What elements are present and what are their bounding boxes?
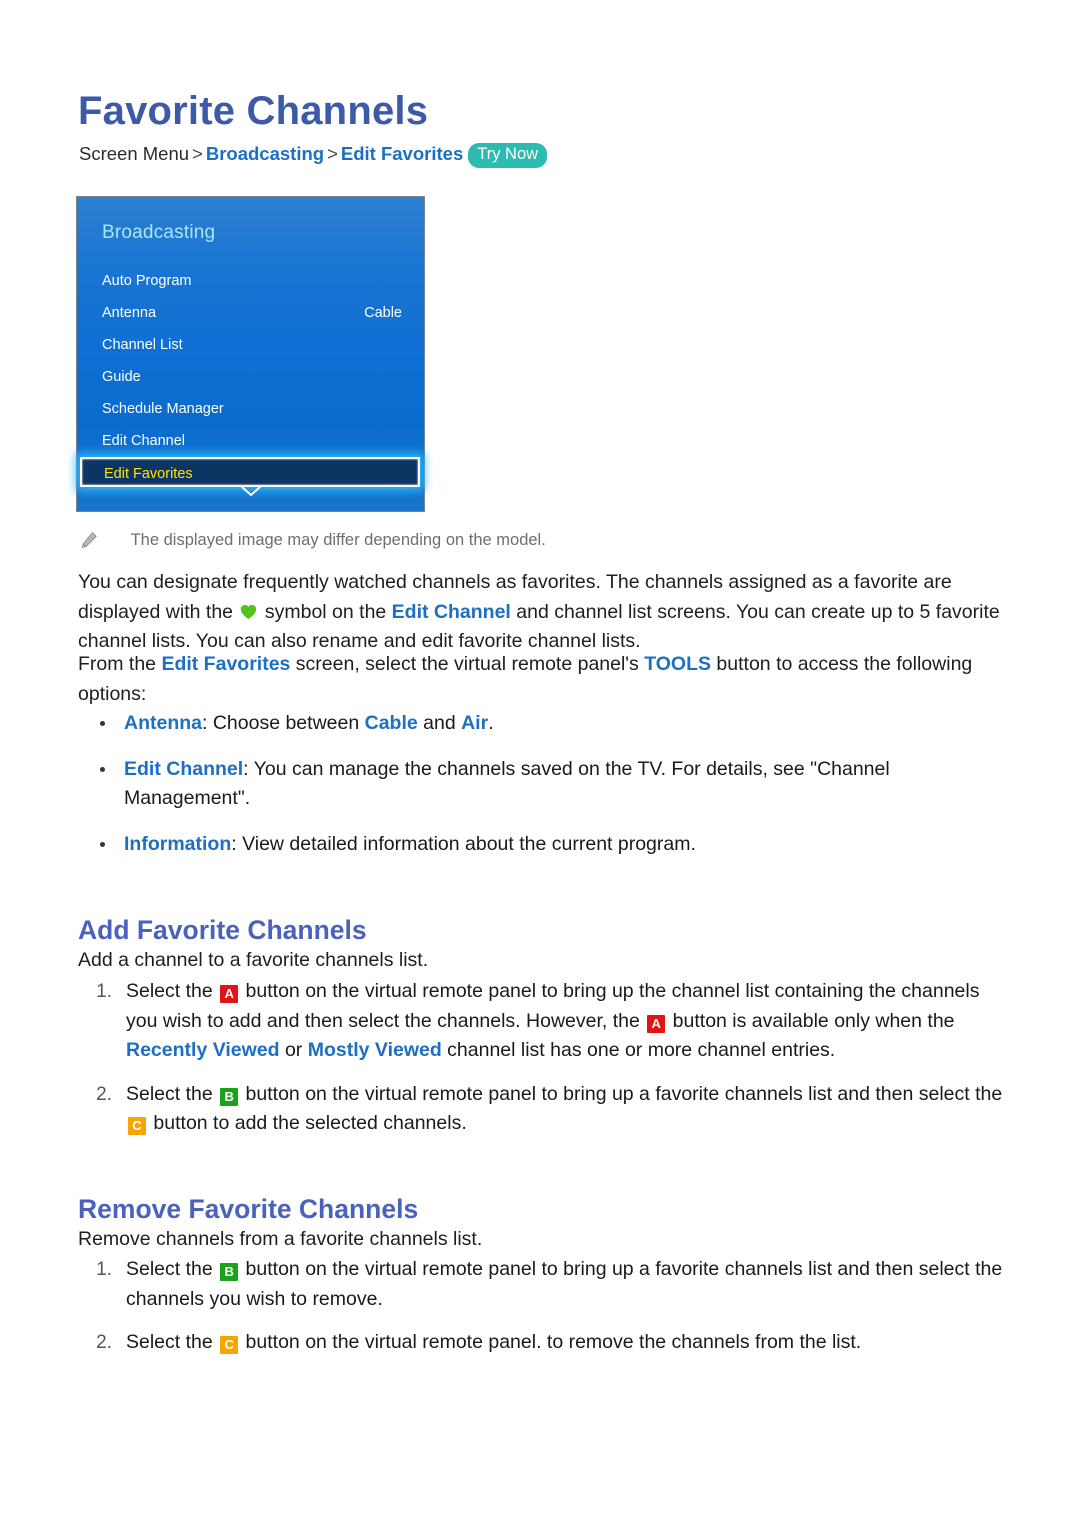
option-term-antenna[interactable]: Antenna [124, 712, 202, 734]
heart-icon [240, 600, 257, 619]
tv-menu-item-edit-favorites[interactable]: Edit Favorites [80, 457, 420, 487]
breadcrumb-level-1[interactable]: Broadcasting [206, 143, 324, 164]
step-text-a: Select the [126, 1082, 219, 1105]
tv-menu-item-label: Guide [102, 369, 141, 385]
tv-menu-item-label: Edit Channel [102, 433, 186, 449]
tv-menu-item-label: Antenna [102, 305, 157, 321]
step-number: 1. [96, 1259, 112, 1280]
option-term-information[interactable]: Information [124, 833, 231, 855]
page-title: Favorite Channels [78, 88, 429, 133]
key-badge-a-icon[interactable]: A [220, 985, 239, 1003]
bullet-dot-icon [100, 841, 105, 847]
step-text-b: button on the virtual remote panel. to r… [240, 1331, 862, 1353]
list-item: Information: View detailed information a… [78, 830, 1008, 860]
link-tools[interactable]: TOOLS [644, 653, 711, 675]
step-number: 1. [96, 981, 112, 1002]
option-text-a: : View detailed information about the cu… [231, 832, 696, 855]
link-recently-viewed[interactable]: Recently Viewed [126, 1039, 280, 1061]
document-page: Favorite Channels Screen Menu > Broadcasti… [0, 0, 1080, 1527]
link-edit-favorites[interactable]: Edit Favorites [161, 653, 290, 675]
step-text-a: Select the [126, 1258, 219, 1280]
model-note: The displayed image may differ depending… [80, 531, 546, 554]
remove-section-description: Remove channels from a favorite channels… [78, 1228, 483, 1250]
tv-menu-item-label: Auto Program [102, 273, 192, 289]
tv-menu-item-value: Cable [364, 305, 402, 321]
tv-menu-screenshot: Broadcasting Auto Program Antenna Cable … [76, 196, 425, 512]
step-text-a: Select the [126, 980, 219, 1002]
key-badge-a-icon[interactable]: A [647, 1014, 666, 1033]
pencil-icon [80, 531, 98, 554]
list-item: 1. Select the A button on the virtual rem… [78, 977, 1008, 1066]
model-note-text: The displayed image may differ depending… [130, 531, 546, 549]
key-badge-b-icon[interactable]: B [220, 1263, 239, 1281]
step-text-d: or [279, 1039, 308, 1061]
remove-section-steps: 1. Select the B button on the virtual rem… [78, 1255, 1008, 1372]
step-number: 2. [96, 1083, 112, 1105]
tv-menu-item-guide[interactable]: Guide [77, 361, 424, 393]
bullet-dot-icon [100, 721, 105, 726]
tv-menu-item-antenna[interactable]: Antenna Cable [77, 297, 424, 329]
tools-options-list: Antenna: Choose between Cable and Air. E… [78, 709, 1008, 875]
breadcrumb-separator-1: > [192, 143, 203, 164]
tv-menu-item-auto-program[interactable]: Auto Program [77, 265, 424, 297]
tv-menu-item-schedule-manager[interactable]: Schedule Manager [77, 393, 424, 425]
breadcrumb-level-2[interactable]: Edit Favorites [341, 143, 463, 164]
key-badge-c-icon[interactable]: C [220, 1336, 239, 1354]
breadcrumb-separator-2: > [327, 143, 338, 164]
intro-p2-part-a: From the [78, 653, 162, 675]
section-title-add-favorite-channels: Add Favorite Channels [78, 914, 367, 945]
link-edit-channel[interactable]: Edit Channel [392, 601, 511, 623]
list-item: Antenna: Choose between Cable and Air. [78, 709, 1008, 739]
tv-menu-list: Auto Program Antenna Cable Channel List … [77, 265, 424, 487]
bullet-dot-icon [100, 766, 105, 772]
step-number: 2. [96, 1332, 112, 1353]
option-text-a: : Choose between [202, 712, 365, 734]
option-text-c: . [488, 712, 494, 734]
link-air[interactable]: Air [461, 712, 488, 734]
list-item: 1. Select the B button on the virtual rem… [78, 1255, 1008, 1314]
list-item: Edit Channel: You can manage the channel… [78, 755, 1008, 814]
breadcrumb: Screen Menu > Broadcasting > Edit Favorites T… [79, 143, 548, 169]
option-term-edit-channel[interactable]: Edit Channel [124, 758, 243, 780]
link-mostly-viewed[interactable]: Mostly Viewed [308, 1039, 442, 1061]
intro-p2-part-b: screen, select the virtual remote panel'… [290, 653, 645, 675]
tv-menu-header: Broadcasting [102, 222, 216, 243]
intro-paragraph-1: You can designate frequently watched cha… [78, 568, 1008, 657]
list-item: 2. Select the C button on the virtual rem… [78, 1328, 1008, 1358]
tv-menu-item-label: Channel List [102, 337, 183, 353]
add-section-description: Add a channel to a favorite channels lis… [78, 949, 429, 971]
step-text-c: button to add the selected channels. [148, 1112, 467, 1134]
add-section-steps: 1. Select the A button on the virtual rem… [78, 977, 1008, 1153]
section-title-remove-favorite-channels: Remove Favorite Channels [78, 1193, 419, 1224]
intro-paragraph-2: From the Edit Favorites screen, select t… [78, 650, 1008, 709]
try-now-badge[interactable]: Try Now [468, 143, 548, 168]
tv-menu-item-label: Schedule Manager [102, 401, 224, 417]
list-item: 2. Select the B button on the virtual rem… [78, 1080, 1008, 1139]
step-text-c: button is available only when the [667, 1009, 955, 1032]
key-badge-b-icon[interactable]: B [220, 1087, 239, 1106]
breadcrumb-root: Screen Menu [79, 143, 190, 164]
step-text-a: Select the [126, 1331, 219, 1353]
link-cable[interactable]: Cable [365, 712, 418, 734]
step-text-b: button on the virtual remote panel to br… [126, 1258, 1003, 1310]
step-text-e: channel list has one or more channel ent… [441, 1039, 836, 1061]
option-text-b: and [417, 712, 462, 734]
intro-p1-part-b: symbol on the [259, 600, 392, 623]
key-badge-c-icon[interactable]: C [128, 1117, 146, 1135]
tv-menu-item-label: Edit Favorites [104, 466, 193, 482]
tv-menu-item-channel-list[interactable]: Channel List [77, 329, 424, 361]
tv-menu-item-edit-channel[interactable]: Edit Channel [77, 425, 424, 457]
chevron-down-icon[interactable] [77, 485, 424, 500]
step-text-b: button on the virtual remote panel to br… [240, 1082, 1003, 1105]
